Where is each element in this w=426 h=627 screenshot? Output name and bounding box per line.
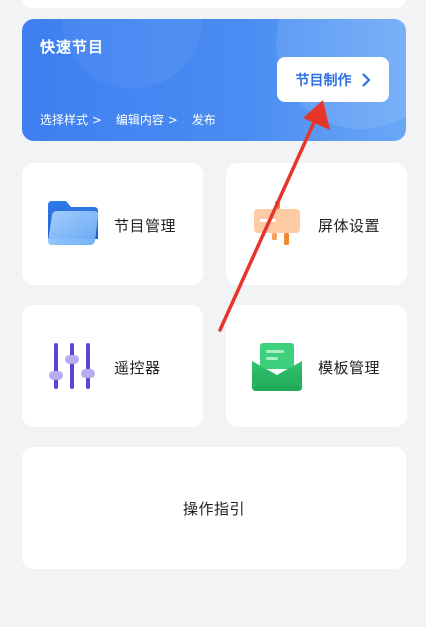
tile-label: 节目管理: [114, 217, 177, 235]
steps-breadcrumb: 选择样式 > 编辑内容 > 发布: [40, 111, 216, 128]
tile-label: 屏体设置: [318, 217, 381, 235]
quick-program-banner: 快速节目 选择样式 > 编辑内容 > 发布 节目制作: [22, 19, 406, 141]
folder-icon: [46, 199, 100, 249]
tile-screen-settings[interactable]: 屏体设置: [226, 163, 407, 285]
program-create-label: 节目制作: [295, 72, 352, 89]
operation-guide-button[interactable]: 操作指引: [22, 447, 406, 569]
tile-label: 模板管理: [318, 359, 381, 377]
previous-card: [22, 0, 406, 8]
app-page: 快速节目 选择样式 > 编辑内容 > 发布 节目制作 节目管理 屏体设置 遥控器…: [0, 0, 426, 627]
tile-program-management[interactable]: 节目管理: [22, 163, 203, 285]
operation-guide-label: 操作指引: [182, 499, 245, 518]
step-publish: 发布: [191, 113, 216, 127]
screen-settings-icon: [250, 199, 304, 249]
program-create-button[interactable]: 节目制作: [277, 57, 389, 102]
banner-title: 快速节目: [40, 38, 105, 56]
tile-remote-control[interactable]: 遥控器: [22, 305, 203, 427]
step-select-style: 选择样式 >: [40, 113, 102, 127]
tile-template-management[interactable]: 模板管理: [226, 305, 407, 427]
tile-label: 遥控器: [114, 359, 161, 377]
chevron-right-icon: [361, 72, 371, 87]
step-edit-content: 编辑内容 >: [115, 113, 178, 127]
sliders-icon: [46, 341, 100, 391]
envelope-icon: [250, 341, 304, 391]
